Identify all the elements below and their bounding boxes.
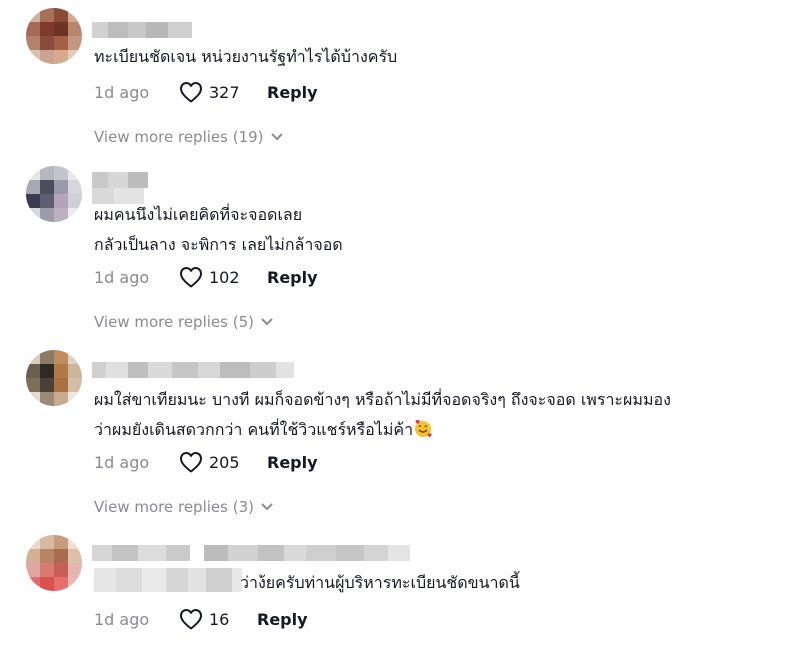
username-pixelated[interactable] — [92, 362, 294, 378]
heart-icon — [180, 82, 202, 103]
comment-text-line: กลัวเป็นลาง จะพิการ เลยไม่กล้าจอด — [94, 235, 343, 254]
comment-text: ทะเบียนชัดเจน หน่วยงานรัฐทำไรได้บ้างครับ — [94, 42, 397, 72]
comment-text: ว่าง้ยครับท่านผู้บริหารทะเบียนชัดขนาดนี้ — [240, 568, 520, 598]
like-count: 205 — [209, 452, 240, 472]
reply-button[interactable]: Reply — [267, 268, 318, 287]
comment-time: 1d ago — [94, 82, 150, 102]
reply-button[interactable]: Reply — [267, 83, 318, 102]
comment-meta: 1d ago 102 Reply — [94, 265, 318, 289]
username-pixelated[interactable] — [92, 22, 192, 38]
avatar[interactable] — [26, 350, 82, 406]
like-button[interactable]: 16 — [179, 608, 257, 630]
view-more-replies[interactable]: View more replies (19) — [94, 128, 284, 146]
like-button[interactable]: 327 — [179, 81, 267, 103]
avatar[interactable] — [26, 535, 82, 591]
like-count: 327 — [209, 82, 240, 102]
chevron-down-icon — [261, 503, 273, 511]
comment-text-line: ผมคนนึงไม่เคยคิดที่จะจอดเลย — [94, 205, 303, 224]
username-pixelated[interactable] — [92, 172, 148, 188]
comment-meta: 1d ago 205 Reply — [94, 450, 318, 474]
view-more-label: View more replies (5) — [94, 313, 254, 331]
like-count: 16 — [209, 609, 230, 629]
heart-icon — [180, 452, 202, 473]
like-button[interactable]: 102 — [179, 266, 267, 288]
view-more-label: View more replies (19) — [94, 128, 264, 146]
view-more-label: View more replies (3) — [94, 498, 254, 516]
username-pixelated[interactable] — [92, 545, 410, 561]
comment-time: 1d ago — [94, 267, 150, 287]
comment-text-line: ว่าง้ยครับท่านผู้บริหารทะเบียนชัดขนาดนี้ — [240, 573, 520, 592]
comment-text-line: ว่าผมยังเดินสดวกกว่า คนที่ใช้วิวแชร์หรือ… — [94, 420, 414, 439]
comment-text: ผมใส่ขาเทียมนะ บางที ผมก็จอดข้างๆ หรือถ้… — [94, 385, 671, 445]
comment-meta: 1d ago 327 Reply — [94, 80, 318, 104]
comment-meta: 1d ago 16 Reply — [94, 607, 308, 631]
like-button[interactable]: 205 — [179, 451, 267, 473]
avatar[interactable] — [26, 8, 82, 64]
avatar[interactable] — [26, 166, 82, 222]
comment-text-line: ผมใส่ขาเทียมนะ บางที ผมก็จอดข้างๆ หรือถ้… — [94, 390, 671, 409]
view-more-replies[interactable]: View more replies (3) — [94, 498, 274, 516]
username-pixelated — [94, 568, 242, 592]
reply-button[interactable]: Reply — [267, 453, 318, 472]
comment-text-line: ทะเบียนชัดเจน หน่วยงานรัฐทำไรได้บ้างครับ — [94, 47, 398, 66]
view-more-replies[interactable]: View more replies (5) — [94, 313, 274, 331]
chevron-down-icon — [261, 318, 273, 326]
comment-text: ผมคนนึงไม่เคยคิดที่จะจอดเลย กลัวเป็นลาง … — [94, 200, 343, 260]
reply-button[interactable]: Reply — [257, 610, 308, 629]
like-count: 102 — [209, 267, 240, 287]
heart-icon — [180, 609, 202, 630]
chevron-down-icon — [270, 133, 283, 141]
comment-time: 1d ago — [94, 609, 150, 629]
comment-time: 1d ago — [94, 452, 150, 472]
smiling-face-with-hearts-icon — [415, 420, 432, 438]
heart-icon — [180, 267, 202, 288]
